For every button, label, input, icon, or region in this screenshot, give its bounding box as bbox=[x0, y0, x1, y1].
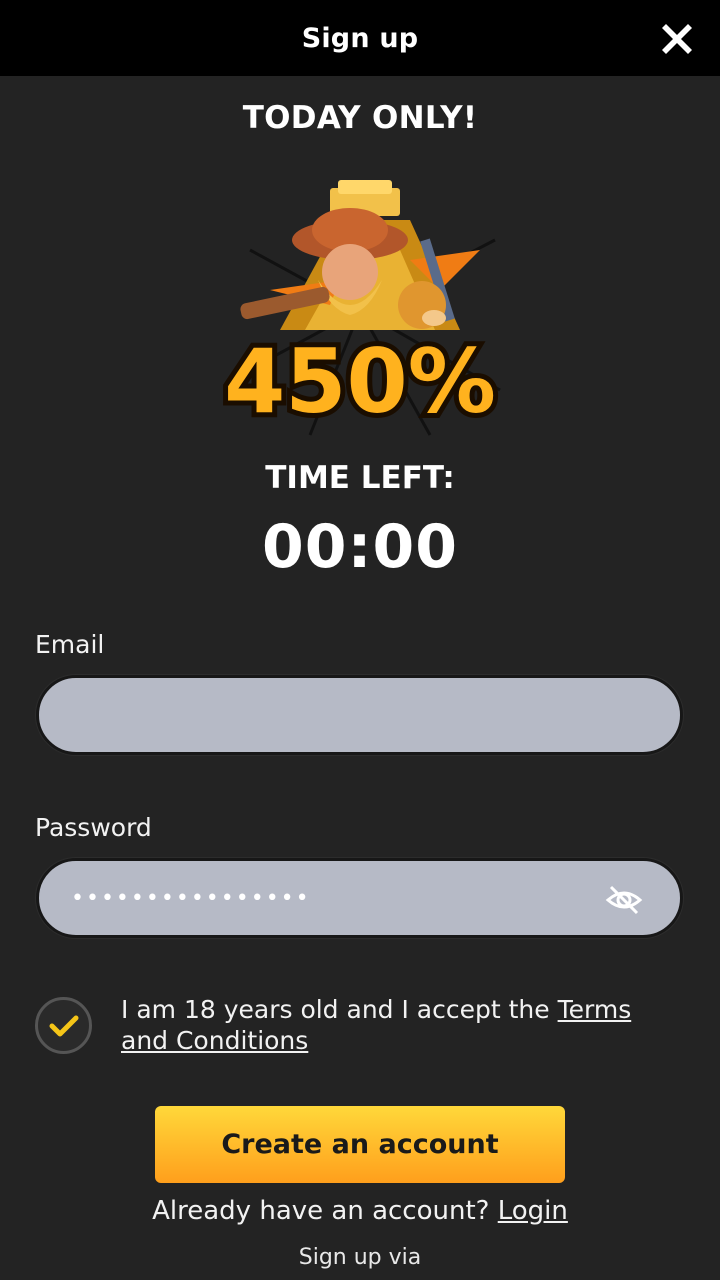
eye-off-icon[interactable] bbox=[604, 880, 644, 920]
timer-label: TIME LEFT: bbox=[265, 460, 455, 496]
terms-checkbox[interactable] bbox=[35, 997, 92, 1054]
timer-value: 00:00 bbox=[262, 512, 458, 582]
bonus-percent-text: 450% bbox=[224, 330, 496, 433]
promo-bonus-illustration: 450% 450% bbox=[219, 180, 501, 438]
signup-via-label: Sign up via bbox=[298, 1245, 422, 1270]
page-title: Sign up bbox=[301, 22, 419, 54]
email-label: Email bbox=[35, 630, 105, 659]
password-field[interactable] bbox=[36, 858, 683, 938]
checkmark-icon bbox=[49, 1015, 78, 1036]
terms-statement: I am 18 years old and I accept the bbox=[121, 995, 558, 1024]
login-prompt: Already have an account? Login bbox=[0, 1196, 720, 1226]
login-link[interactable]: Login bbox=[498, 1196, 568, 1226]
login-prompt-text: Already have an account? bbox=[152, 1196, 498, 1226]
header-bar: Sign up bbox=[0, 0, 720, 76]
password-label: Password bbox=[35, 813, 152, 842]
close-icon[interactable] bbox=[656, 18, 698, 60]
create-account-button[interactable]: Create an account bbox=[155, 1106, 565, 1183]
email-field[interactable] bbox=[36, 675, 683, 755]
terms-text: I am 18 years old and I accept the Terms… bbox=[121, 994, 681, 1056]
promo-headline: TODAY ONLY! bbox=[242, 100, 478, 136]
